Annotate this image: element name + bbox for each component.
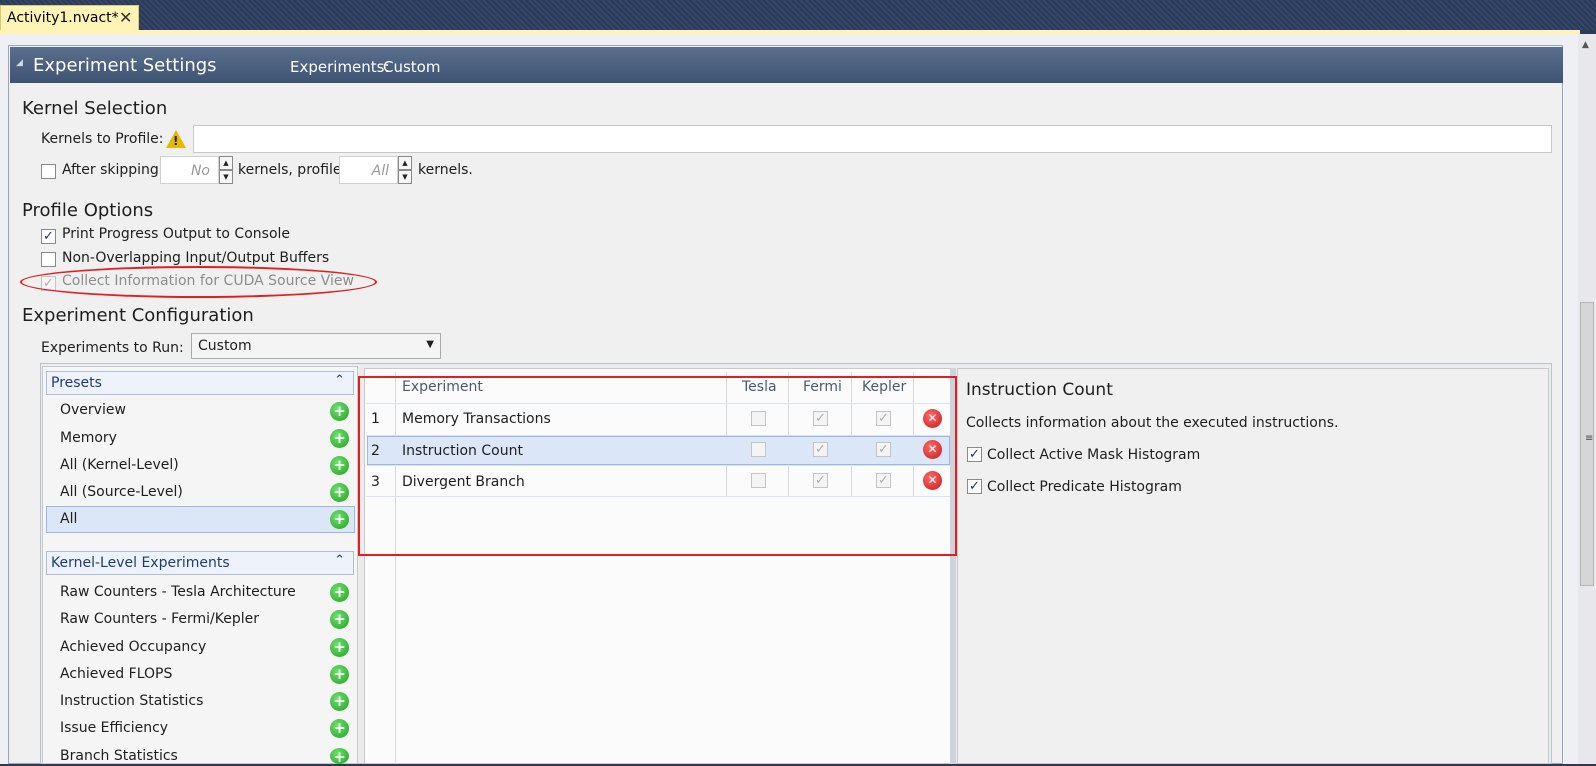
experiment-configuration-title: Experiment Configuration <box>22 305 254 326</box>
kernel-item-achieved-occupancy[interactable]: Achieved Occupancy <box>60 639 206 655</box>
add-icon[interactable]: + <box>330 719 349 738</box>
presets-group-header[interactable]: Presets ⌃ <box>46 371 354 395</box>
add-icon[interactable]: + <box>330 610 349 629</box>
preset-item-memory[interactable]: Memory <box>60 430 117 446</box>
header-experiments-value: Custom <box>383 58 441 76</box>
non-overlapping-checkbox[interactable] <box>41 252 56 267</box>
kernel-item-issue-efficiency[interactable]: Issue Efficiency <box>60 720 168 736</box>
preset-item-all-source[interactable]: All (Source-Level) <box>60 484 183 500</box>
kernel-item-raw-fermi[interactable]: Raw Counters - Fermi/Kepler <box>60 611 259 627</box>
experiments-to-run-label: Experiments to Run: <box>41 340 184 356</box>
kernel-level-header-label: Kernel-Level Experiments <box>51 555 230 571</box>
warning-icon: ! <box>166 130 186 148</box>
collapse-triangle-icon[interactable]: ◢ <box>16 58 23 68</box>
profile-options-title: Profile Options <box>22 200 154 221</box>
skip-count-input[interactable]: No <box>160 156 219 184</box>
chevron-down-icon: ▼ <box>426 339 434 350</box>
active-mask-histogram-label: Collect Active Mask Histogram <box>987 447 1201 463</box>
scroll-up-icon[interactable]: ▲ <box>1582 40 1589 50</box>
chevron-up-icon[interactable]: ⌃ <box>334 553 345 568</box>
non-overlapping-label: Non-Overlapping Input/Output Buffers <box>62 250 330 266</box>
add-icon[interactable]: + <box>330 483 349 502</box>
predicate-histogram-checkbox[interactable]: ✓ <box>967 479 982 494</box>
kernels-to-profile-label: Kernels to Profile: <box>41 131 164 147</box>
kernel-item-branch-statistics[interactable]: Branch Statistics <box>60 748 178 762</box>
kernel-item-achieved-flops[interactable]: Achieved FLOPS <box>60 666 172 682</box>
kernel-item-raw-tesla[interactable]: Raw Counters - Tesla Architecture <box>60 584 296 600</box>
spin-up-icon[interactable]: ▲ <box>219 156 233 170</box>
header-title: Experiment Settings <box>33 55 217 76</box>
highlight-oval <box>20 266 377 298</box>
grip-icon: ≡ <box>1585 433 1594 444</box>
print-progress-checkbox[interactable]: ✓ <box>41 229 56 244</box>
spin-up-icon[interactable]: ▲ <box>398 156 412 170</box>
header-experiments-label: Experiments: <box>290 58 390 76</box>
main-scrollbar[interactable]: ▲ ≡ <box>1578 34 1596 764</box>
details-description: Collects information about the executed … <box>966 415 1339 431</box>
add-icon[interactable]: + <box>330 429 349 448</box>
preset-item-all-kernel[interactable]: All (Kernel-Level) <box>60 457 179 473</box>
print-progress-label: Print Progress Output to Console <box>62 226 291 242</box>
profile-count-input[interactable]: All <box>339 156 398 184</box>
experiments-to-run-dropdown[interactable]: Custom ▼ <box>191 333 441 359</box>
document-tab-strip <box>0 0 1596 30</box>
add-icon[interactable]: + <box>330 692 349 711</box>
experiment-settings-header[interactable]: ◢ Experiment Settings Experiments: Custo… <box>10 47 1563 83</box>
skip-count-spinner[interactable]: ▲ ▼ <box>219 156 233 184</box>
active-mask-histogram-checkbox[interactable]: ✓ <box>967 447 982 462</box>
spin-down-icon[interactable]: ▼ <box>398 170 412 184</box>
chevron-up-icon[interactable]: ⌃ <box>334 373 345 388</box>
add-icon[interactable]: + <box>330 583 349 602</box>
scrollbar-thumb[interactable]: ≡ <box>1580 302 1594 586</box>
kernel-item-instruction-statistics[interactable]: Instruction Statistics <box>60 693 203 709</box>
tab-title: Activity1.nvact* <box>7 10 119 26</box>
kernel-level-group-header[interactable]: Kernel-Level Experiments ⌃ <box>46 551 354 575</box>
kernels-to-profile-input[interactable] <box>193 125 1552 153</box>
experiments-to-run-value: Custom <box>198 338 252 354</box>
highlight-rectangle <box>358 376 957 556</box>
kernels-end-label: kernels. <box>418 162 473 178</box>
add-icon[interactable]: + <box>330 665 349 684</box>
add-icon[interactable]: + <box>330 456 349 475</box>
add-icon[interactable]: + <box>330 638 349 657</box>
kernels-profile-label: kernels, profile <box>238 162 342 178</box>
after-skipping-label: After skipping <box>62 162 159 178</box>
preset-item-overview[interactable]: Overview <box>60 402 126 418</box>
kernel-selection-title: Kernel Selection <box>22 98 168 119</box>
predicate-histogram-label: Collect Predicate Histogram <box>987 479 1182 495</box>
preset-item-all[interactable]: All <box>60 511 77 527</box>
tab-activity1[interactable]: Activity1.nvact* ✕ <box>0 5 139 32</box>
close-icon[interactable]: ✕ <box>119 8 132 27</box>
presets-header-label: Presets <box>51 375 102 391</box>
add-icon[interactable]: + <box>330 402 349 421</box>
details-title: Instruction Count <box>966 380 1113 400</box>
selected-preset-highlight <box>46 506 355 533</box>
add-icon[interactable]: + <box>330 510 349 529</box>
profile-count-spinner[interactable]: ▲ ▼ <box>398 156 412 184</box>
add-icon[interactable]: + <box>330 748 349 766</box>
after-skipping-checkbox[interactable] <box>41 164 56 179</box>
spin-down-icon[interactable]: ▼ <box>219 170 233 184</box>
